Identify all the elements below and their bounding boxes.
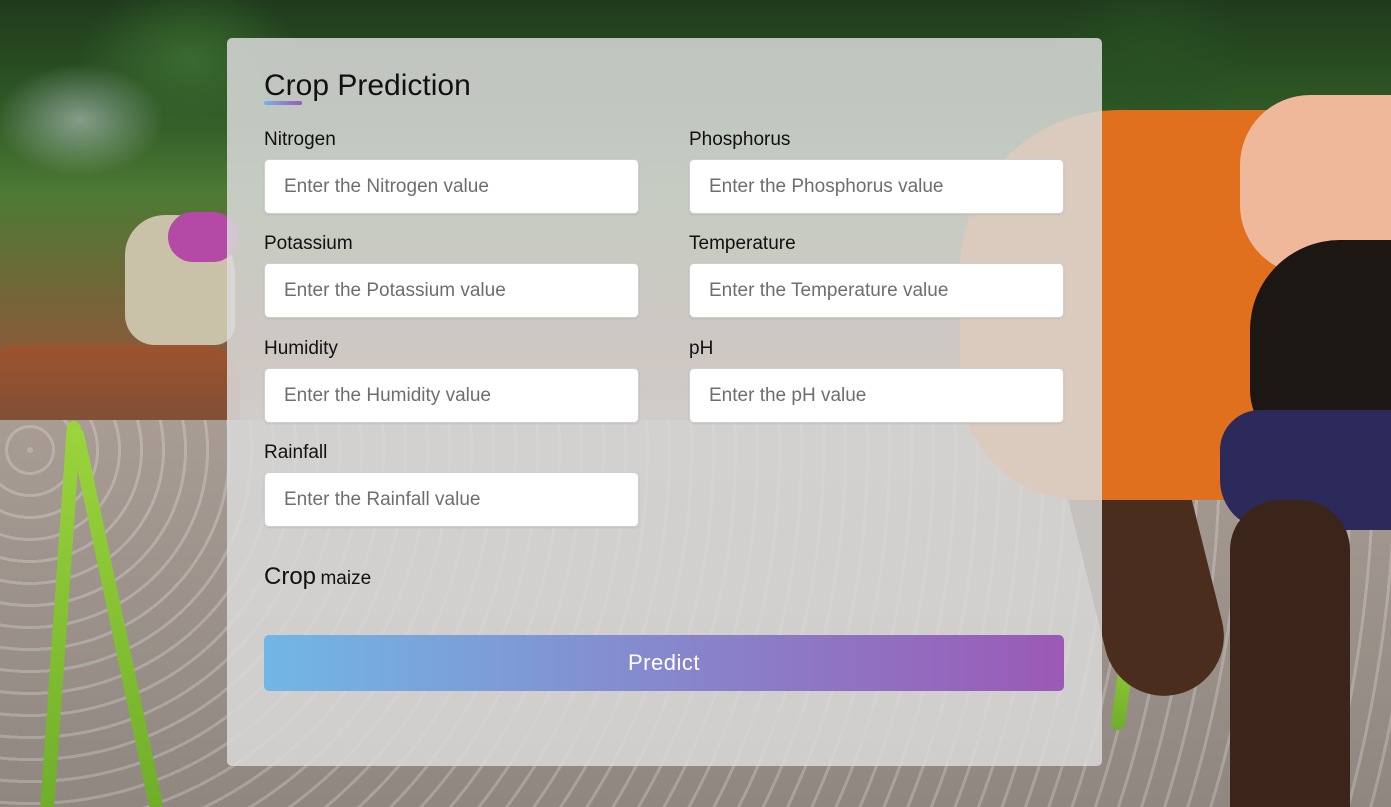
phosphorus-input[interactable] bbox=[689, 159, 1064, 214]
field-potassium: Potassium bbox=[264, 232, 639, 318]
field-ph: pH bbox=[689, 337, 1064, 423]
ph-input[interactable] bbox=[689, 368, 1064, 423]
background-soil bbox=[0, 345, 240, 430]
ph-label: pH bbox=[689, 338, 714, 359]
background-worker bbox=[1230, 500, 1350, 807]
predict-button[interactable]: Predict bbox=[264, 635, 1064, 691]
field-temperature: Temperature bbox=[689, 232, 1064, 318]
field-nitrogen: Nitrogen bbox=[264, 128, 639, 214]
nitrogen-input[interactable] bbox=[264, 159, 639, 214]
title-underline bbox=[264, 101, 302, 105]
field-rainfall: Rainfall bbox=[264, 441, 639, 527]
potassium-label: Potassium bbox=[264, 233, 353, 254]
temperature-label: Temperature bbox=[689, 233, 796, 254]
phosphorus-label: Phosphorus bbox=[689, 129, 791, 150]
result-label: Crop bbox=[264, 563, 317, 590]
page-title-text: Crop Prediction bbox=[264, 69, 471, 102]
humidity-label: Humidity bbox=[264, 338, 338, 359]
prediction-card: Crop Prediction Nitrogen Phosphorus Pota… bbox=[227, 38, 1102, 766]
temperature-input[interactable] bbox=[689, 263, 1064, 318]
potassium-input[interactable] bbox=[264, 263, 639, 318]
rainfall-label: Rainfall bbox=[264, 442, 328, 463]
field-humidity: Humidity bbox=[264, 337, 639, 423]
page-title: Crop Prediction bbox=[264, 68, 1065, 105]
result-value: maize bbox=[320, 568, 372, 589]
nitrogen-label: Nitrogen bbox=[264, 129, 336, 150]
rainfall-input[interactable] bbox=[264, 472, 639, 527]
field-phosphorus: Phosphorus bbox=[689, 128, 1064, 214]
prediction-result: Crop maize bbox=[264, 562, 371, 595]
humidity-input[interactable] bbox=[264, 368, 639, 423]
